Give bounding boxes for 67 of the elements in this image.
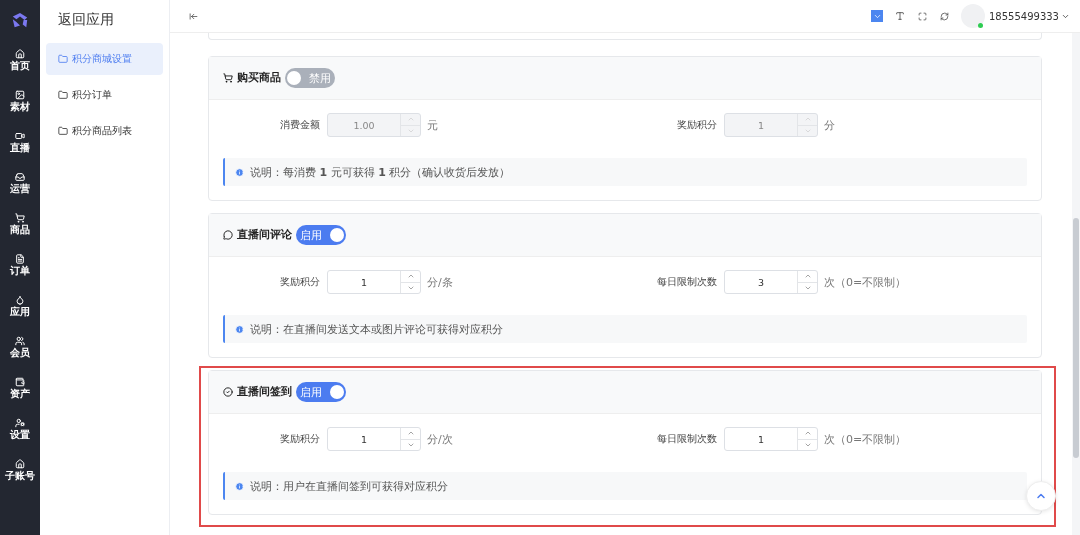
nav-icon	[15, 376, 25, 387]
field-label: 奖励积分	[279, 275, 320, 289]
comment-icon	[223, 230, 233, 240]
number-input[interactable]: 1	[724, 427, 818, 451]
field-label: 奖励积分	[676, 118, 717, 132]
unit-label: 分/条	[427, 274, 453, 290]
toggle-switch[interactable]: 启用	[296, 382, 346, 402]
sidebar-item[interactable]: 积分商品列表	[46, 115, 163, 147]
card-title: 直播间签到	[237, 385, 292, 399]
field-label: 奖励积分	[279, 432, 320, 446]
info-icon	[235, 324, 244, 334]
unit-label: 元	[427, 117, 438, 133]
nav-icon	[15, 212, 25, 223]
font-size-icon[interactable]	[895, 11, 905, 21]
note-text: 说明：用户在直播间签到可获得对应积分	[250, 478, 448, 494]
folder-icon	[58, 90, 68, 100]
nav-icon	[15, 89, 25, 100]
dropdown-icon[interactable]	[871, 10, 883, 22]
number-input[interactable]: 1	[327, 270, 421, 294]
collapse-icon[interactable]	[188, 11, 198, 21]
rail-item[interactable]: 设置	[0, 409, 40, 450]
nav-icon	[15, 253, 25, 264]
cart-icon	[223, 73, 233, 83]
nav-icon	[15, 48, 25, 59]
card-title: 购买商品	[237, 71, 281, 85]
folder-icon	[58, 54, 68, 64]
nav-icon	[15, 294, 25, 305]
rail-item[interactable]: 素材	[0, 81, 40, 122]
online-dot	[978, 23, 983, 28]
number-input[interactable]: 1	[327, 427, 421, 451]
note-text: 说明：在直播间发送文本或图片评论可获得对应积分	[250, 321, 503, 337]
card-title: 直播间评论	[237, 228, 292, 242]
refresh-icon[interactable]	[939, 11, 949, 21]
rail-item[interactable]: 会员	[0, 327, 40, 368]
unit-label: 分/次	[427, 431, 453, 447]
toggle-switch[interactable]: 启用	[296, 225, 346, 245]
folder-icon	[58, 126, 68, 136]
field-label: 消费金额	[279, 118, 320, 132]
rail-item[interactable]: 首页	[0, 40, 40, 81]
rail-item[interactable]: 应用	[0, 286, 40, 327]
field-label: 每日限制次数	[656, 432, 717, 446]
info-icon	[235, 481, 244, 491]
unit-label: 次（0=不限制）	[824, 274, 907, 290]
fullscreen-icon[interactable]	[917, 11, 927, 21]
check-icon	[223, 387, 233, 397]
nav-icon	[15, 171, 25, 182]
sidebar-item[interactable]: 积分订单	[46, 79, 163, 111]
sidebar-title[interactable]: 返回应用	[46, 0, 163, 43]
rail-item[interactable]: 资产	[0, 368, 40, 409]
logo-icon	[11, 12, 29, 30]
number-input[interactable]: 3	[724, 270, 818, 294]
unit-label: 次（0=不限制）	[824, 431, 907, 447]
rail-item[interactable]: 子账号	[0, 450, 40, 491]
nav-icon	[15, 417, 25, 428]
note-text: 说明：每消费 1 元可获得 1 积分（确认收货后发放）	[250, 164, 511, 180]
nav-icon	[15, 335, 25, 346]
field-label: 每日限制次数	[656, 275, 717, 289]
sidebar-item[interactable]: 积分商城设置	[46, 43, 163, 75]
nav-icon	[15, 130, 25, 141]
info-icon	[235, 167, 244, 177]
rail-item[interactable]: 直播	[0, 122, 40, 163]
unit-label: 分	[824, 117, 835, 133]
rail-item[interactable]: 商品	[0, 204, 40, 245]
rail-item[interactable]: 运营	[0, 163, 40, 204]
rail-item[interactable]: 订单	[0, 245, 40, 286]
nav-icon	[15, 458, 25, 469]
user-name[interactable]: 18555499333	[989, 10, 1059, 22]
